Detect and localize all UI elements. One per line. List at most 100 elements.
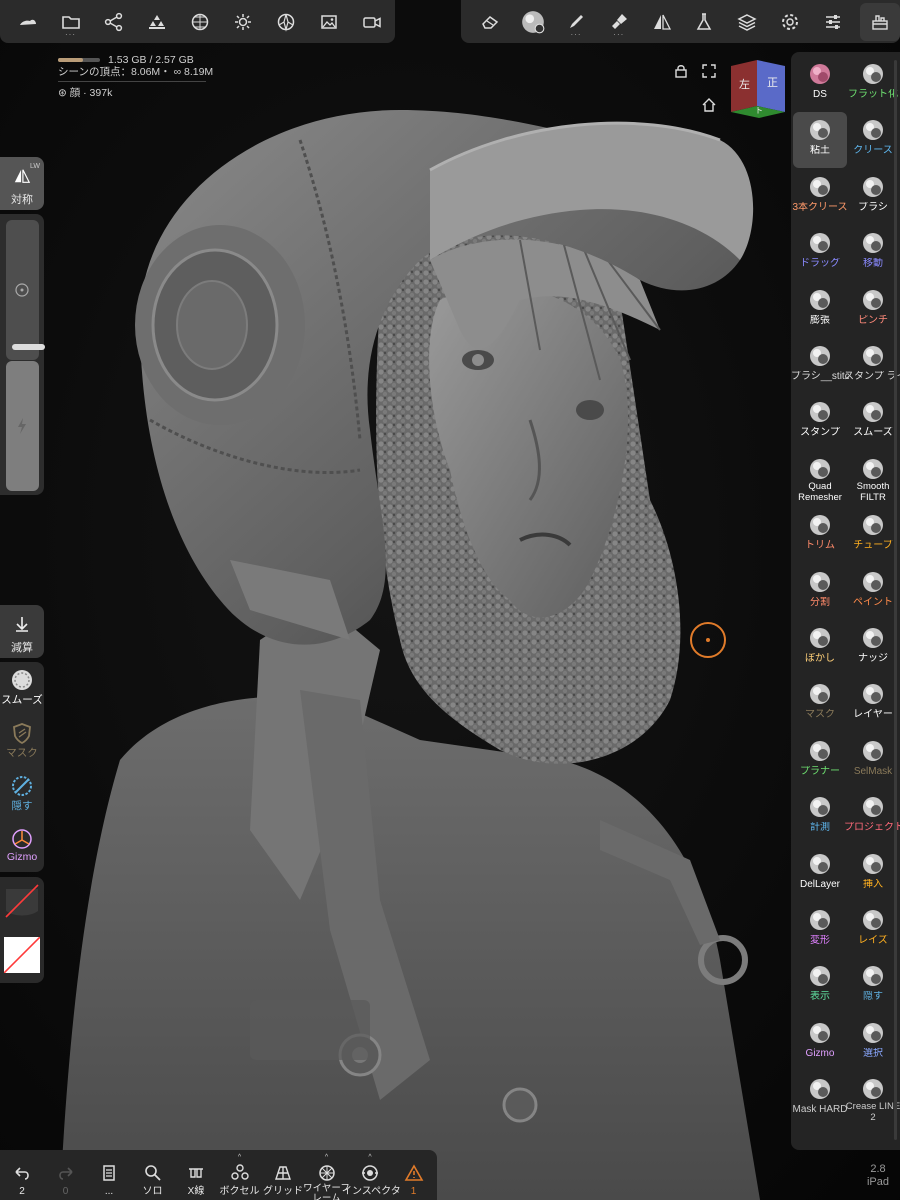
tool-hide[interactable]: 隠す (846, 958, 900, 1014)
radius-slider-handle[interactable] (12, 344, 45, 351)
settings-icon[interactable] (769, 0, 812, 43)
tool-move[interactable]: 移動 (846, 225, 900, 281)
intensity-slider[interactable] (6, 361, 39, 491)
tool-select[interactable]: 選択 (846, 1015, 900, 1071)
paint-brush-icon[interactable]: ··· (597, 0, 640, 43)
tool-crease-line[interactable]: Crease LINE 2 (846, 1071, 900, 1127)
tool-insert[interactable]: 挿入 (846, 846, 900, 902)
globe-icon[interactable] (178, 0, 221, 43)
raise-icon (863, 910, 883, 930)
home-icon[interactable] (701, 97, 717, 113)
tool-trim[interactable]: トリム (793, 507, 847, 563)
tools-scrollbar[interactable] (894, 60, 897, 1140)
tool-pinch[interactable]: ピンチ (846, 282, 900, 338)
tool-paint[interactable]: ペイント (846, 564, 900, 620)
tool-selmask[interactable]: SelMask (846, 733, 900, 789)
symmetry-icon[interactable] (640, 0, 683, 43)
tool-planar[interactable]: プラナー (793, 733, 847, 789)
tool-label: 計測 (810, 822, 830, 834)
left-tool-smooth[interactable]: スムーズ (0, 668, 44, 707)
toolbox-icon[interactable] (860, 2, 900, 41)
tool-inflate[interactable]: 膨張 (793, 282, 847, 338)
insert-icon (863, 853, 883, 874)
ds-icon (810, 64, 830, 84)
tool-crease[interactable]: クリース (846, 112, 900, 168)
tool-drag[interactable]: ドラッグ (793, 225, 847, 281)
select-icon (863, 1022, 883, 1043)
tool-clay[interactable]: 粘土 (793, 112, 847, 169)
tool-brush[interactable]: ブラシ (846, 169, 900, 225)
memory-bar (58, 58, 100, 63)
tool-measure[interactable]: 計測 (793, 789, 847, 845)
video-icon[interactable] (350, 0, 393, 43)
folder-icon[interactable]: ··· (49, 0, 92, 43)
image-icon[interactable] (307, 0, 350, 43)
tool-brush-stitch[interactable]: ブラシ__stitch (791, 338, 849, 394)
tool-stamp-line[interactable]: スタンプ ライン (844, 338, 900, 394)
tool-transform[interactable]: 変形 (793, 902, 847, 958)
decimate-button[interactable]: 減算 (0, 605, 44, 658)
symmetry-toggle[interactable]: LW 対称 (0, 157, 44, 210)
topology-icon[interactable] (135, 0, 178, 43)
stamp-icon (810, 402, 830, 423)
navigation-cube[interactable]: 左 正 ト (729, 58, 787, 120)
tool-gizmo[interactable]: Gizmo (793, 1015, 847, 1071)
radius-slider[interactable] (6, 220, 45, 360)
layer-icon (863, 684, 883, 705)
app-version: 2.8 iPad (866, 1163, 890, 1188)
tool-label: 挿入 (863, 878, 883, 890)
left-tool-mask[interactable]: マスク (0, 721, 44, 760)
mesh-icon: ⊛ (58, 87, 70, 99)
brush-stitch-icon (810, 346, 830, 366)
tool-quad-remesher[interactable]: Quad Remesher (793, 451, 847, 507)
history-icon (103, 1165, 115, 1181)
left-tool-hide[interactable]: 隠す (0, 774, 44, 813)
light-icon[interactable] (221, 0, 264, 43)
pinch-icon (863, 289, 883, 310)
tool-label: ペイント (853, 596, 893, 608)
hide-icon (863, 966, 883, 987)
material-icon[interactable] (264, 0, 307, 43)
color-swatch[interactable] (4, 937, 40, 973)
tool-flatten[interactable]: フラット化 (846, 56, 900, 112)
warning-button[interactable]: 1 (392, 1150, 436, 1200)
layers-icon[interactable] (726, 0, 769, 43)
split-icon (810, 571, 830, 592)
sculpt-viewport[interactable] (0, 0, 900, 1200)
material-sphere-icon[interactable] (512, 0, 555, 43)
brush-pen-icon[interactable]: ··· (555, 0, 598, 43)
search-icon (144, 1165, 161, 1181)
scene-graph-icon[interactable] (92, 0, 135, 43)
link-icon: ∞ (170, 66, 184, 78)
tool-project[interactable]: プロジェクト (844, 789, 900, 845)
top-right-toolbar: ··· ··· (461, 0, 900, 43)
sliders-icon[interactable] (811, 0, 854, 43)
lock-icon[interactable] (673, 63, 689, 79)
tool-view[interactable]: 表示 (793, 958, 847, 1014)
tool-triple-crease[interactable]: 3本クリース (792, 169, 848, 225)
tool-raise[interactable]: レイズ (846, 902, 900, 958)
tool-stamp[interactable]: スタンプ (793, 394, 847, 450)
tool-label: 変形 (810, 935, 830, 946)
eraser-icon[interactable] (469, 0, 512, 43)
active-mesh[interactable]: ⊛ 顔 · 397k (58, 87, 213, 99)
tool-smooth[interactable]: スムーズ (846, 394, 900, 450)
tool-split[interactable]: 分割 (793, 564, 847, 620)
tool-label: 移動 (863, 258, 883, 270)
fullscreen-icon[interactable] (701, 63, 717, 79)
tool-layer[interactable]: レイヤー (846, 676, 900, 732)
tool-del-layer[interactable]: DelLayer (793, 846, 847, 902)
tool-blur[interactable]: ぼかし (793, 620, 847, 676)
tool-smooth-filter[interactable]: Smooth FILTR (846, 451, 900, 507)
material-swatch[interactable] (4, 883, 40, 919)
flask-icon[interactable] (683, 0, 726, 43)
tool-tube[interactable]: チューブ (846, 507, 900, 563)
smooth-icon (863, 402, 883, 423)
cloud-icon[interactable] (6, 0, 49, 43)
tool-nudge[interactable]: ナッジ (846, 620, 900, 676)
tool-mask-hard[interactable]: Mask HARD (792, 1071, 848, 1127)
symmetry-label: 対称 (11, 194, 33, 206)
tool-mask[interactable]: マスク (793, 676, 847, 732)
tool-ds[interactable]: DS (793, 56, 847, 112)
left-tool-gizmo[interactable]: Gizmo (0, 827, 44, 863)
